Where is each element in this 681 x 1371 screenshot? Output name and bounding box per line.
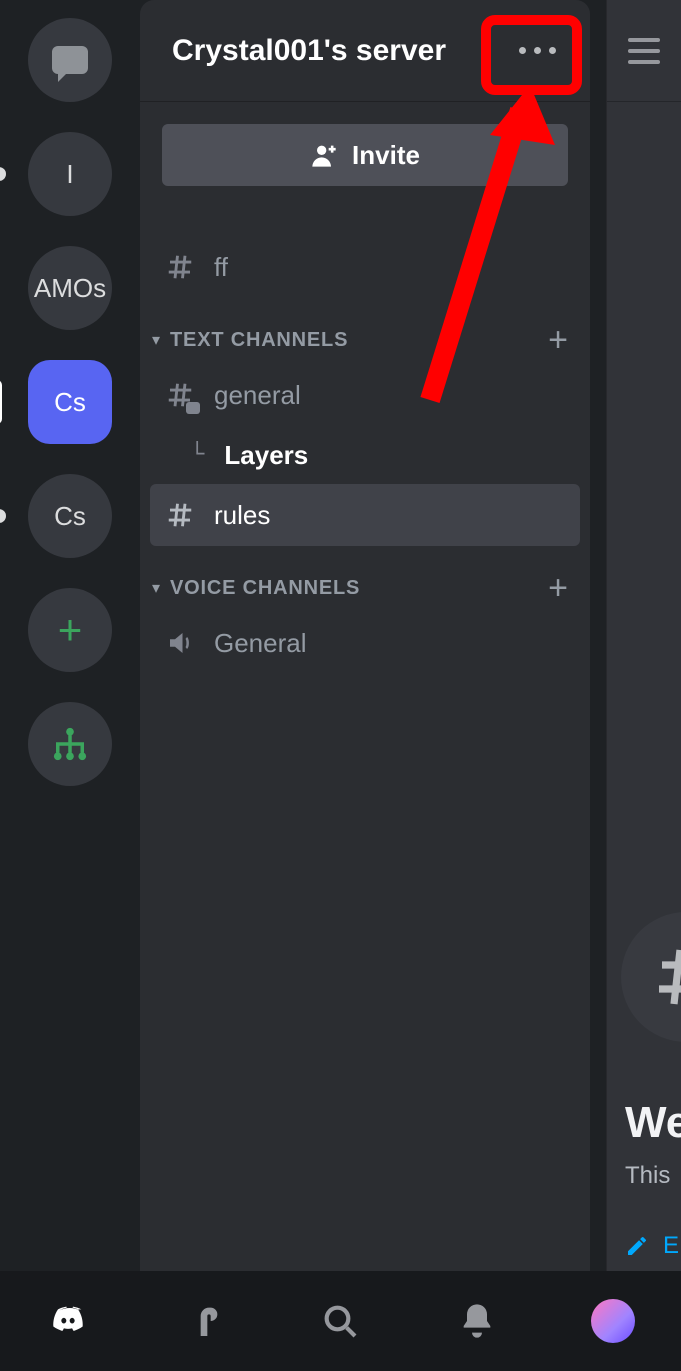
- add-server-button[interactable]: +: [28, 588, 112, 672]
- nav-notifications-button[interactable]: [447, 1291, 507, 1351]
- server-label: AMOs: [34, 273, 106, 304]
- thread-elbow-icon: └: [190, 442, 204, 469]
- edit-label: E: [663, 1232, 679, 1260]
- plus-icon: +: [58, 606, 83, 654]
- welcome-subtext: This: [625, 1162, 670, 1190]
- speaker-icon: [164, 628, 196, 658]
- hamburger-menu-button[interactable]: [628, 38, 660, 64]
- discord-logo-icon: [48, 1301, 88, 1341]
- thread-name: Layers: [224, 440, 308, 471]
- channel-name: rules: [214, 500, 270, 531]
- nav-home-button[interactable]: [38, 1291, 98, 1351]
- hash-icon: [164, 252, 196, 282]
- bell-icon: [457, 1301, 497, 1341]
- channel-list[interactable]: ff ▾ TEXT CHANNELS + general └ Layers: [140, 186, 590, 1271]
- unread-pip-icon: [0, 509, 6, 523]
- welcome-heading: We: [625, 1098, 681, 1148]
- channel-panel: Crystal001's server Invite ff: [140, 0, 590, 1271]
- hub-tree-icon: [49, 723, 91, 765]
- server-rail: I AMOs Cs Cs +: [0, 0, 140, 1271]
- thread-layers[interactable]: └ Layers: [150, 426, 580, 484]
- nav-profile-button[interactable]: [583, 1291, 643, 1351]
- content-header: [607, 0, 681, 102]
- pencil-icon: [625, 1234, 649, 1258]
- edit-channel-link[interactable]: E: [625, 1232, 679, 1260]
- dots-icon: [549, 47, 556, 54]
- channel-hero-hash-icon: [621, 912, 681, 1042]
- server-item-Cs-active[interactable]: Cs: [28, 360, 112, 444]
- invite-button[interactable]: Invite: [162, 124, 568, 186]
- hash-icon: [164, 500, 196, 530]
- hash-thread-icon: [164, 380, 196, 410]
- unread-pip-icon: [0, 167, 6, 181]
- nav-friends-button[interactable]: [174, 1291, 234, 1351]
- nav-search-button[interactable]: [310, 1291, 370, 1351]
- channel-name: ff: [214, 252, 228, 283]
- server-label: Cs: [54, 501, 86, 532]
- invite-label: Invite: [352, 140, 420, 171]
- channel-ff[interactable]: ff: [150, 236, 580, 298]
- server-label: Cs: [54, 387, 86, 418]
- bottom-nav: [0, 1271, 681, 1371]
- search-icon: [320, 1301, 360, 1341]
- direct-messages-button[interactable]: [28, 18, 112, 102]
- server-title: Crystal001's server: [172, 34, 506, 68]
- voice-channel-general[interactable]: General: [150, 612, 580, 674]
- selected-pip-icon: [0, 380, 2, 424]
- dots-icon: [534, 47, 541, 54]
- server-label: I: [66, 159, 73, 190]
- friends-icon: [184, 1301, 224, 1341]
- channel-general[interactable]: general: [150, 364, 580, 426]
- category-voice-channels[interactable]: ▾ VOICE CHANNELS +: [150, 564, 580, 612]
- student-hub-button[interactable]: [28, 702, 112, 786]
- add-channel-button[interactable]: +: [548, 569, 568, 608]
- invite-user-icon: [310, 141, 338, 169]
- speech-bubble-icon: [52, 46, 88, 74]
- server-item-Cs-2[interactable]: Cs: [28, 474, 112, 558]
- server-item-I[interactable]: I: [28, 132, 112, 216]
- category-label: VOICE CHANNELS: [170, 577, 538, 600]
- channel-rules[interactable]: rules: [150, 484, 580, 546]
- content-body: We This E: [607, 102, 681, 1271]
- category-label: TEXT CHANNELS: [170, 329, 538, 352]
- chevron-down-icon: ▾: [152, 330, 160, 350]
- chevron-down-icon: ▾: [152, 578, 160, 598]
- channel-name: General: [214, 628, 307, 659]
- main-content-peek[interactable]: We This E: [606, 0, 681, 1271]
- server-more-button[interactable]: [506, 27, 568, 75]
- dots-icon: [519, 47, 526, 54]
- server-item-AMOs[interactable]: AMOs: [28, 246, 112, 330]
- avatar: [591, 1299, 635, 1343]
- category-text-channels[interactable]: ▾ TEXT CHANNELS +: [150, 316, 580, 364]
- channel-name: general: [214, 380, 301, 411]
- add-channel-button[interactable]: +: [548, 321, 568, 360]
- server-header[interactable]: Crystal001's server: [140, 0, 590, 102]
- discord-mobile-app: I AMOs Cs Cs + Crysta: [0, 0, 681, 1371]
